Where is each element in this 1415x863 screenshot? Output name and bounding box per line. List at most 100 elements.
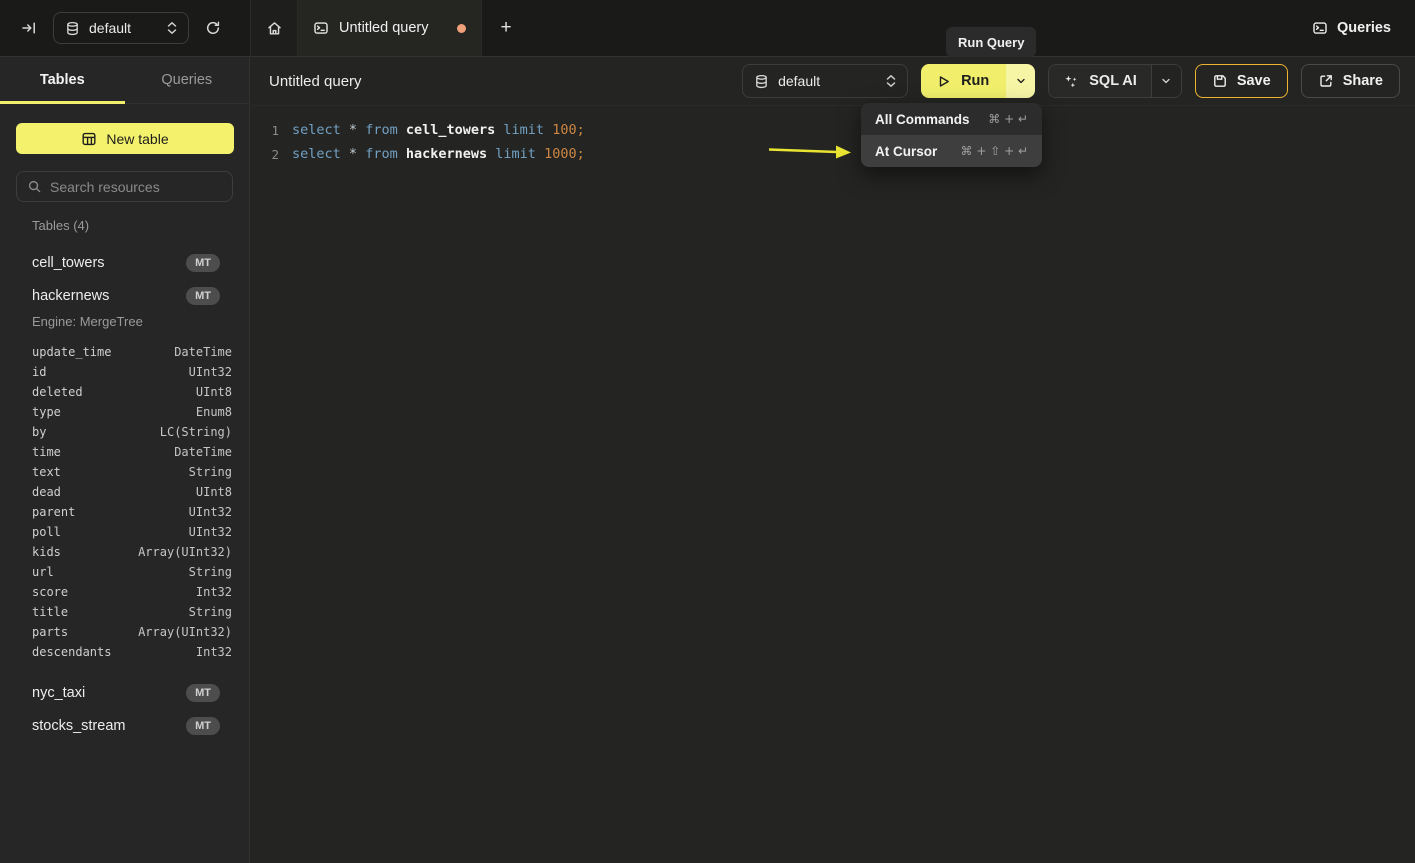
token-plain <box>398 146 406 162</box>
token-keyword: from <box>365 122 398 138</box>
token-plain <box>341 122 349 138</box>
column-type: DateTime <box>174 345 232 359</box>
column-type: String <box>189 565 232 579</box>
query-database-selector[interactable]: default <box>742 64 908 98</box>
engine-badge: MT <box>186 717 220 735</box>
token-number: 100 <box>552 122 576 138</box>
column-row-update_time: update_time DateTime <box>0 342 249 362</box>
tab-untitled-query[interactable]: Untitled query <box>298 0 482 56</box>
run-button[interactable]: Run <box>921 64 1006 98</box>
tab-label: Untitled query <box>339 20 428 36</box>
table-name: nyc_taxi <box>32 685 85 701</box>
run-button-label: Run <box>961 73 989 89</box>
sql-ai-label: SQL AI <box>1089 73 1137 89</box>
topbar-database-selector[interactable]: default <box>53 12 189 44</box>
column-name: parent <box>32 505 75 519</box>
sidebar-tab-tables[interactable]: Tables <box>0 57 125 103</box>
column-name: score <box>32 585 68 599</box>
column-type: UInt8 <box>196 385 232 399</box>
table-row-nyc_taxi[interactable]: nyc_taxiMT <box>0 677 249 709</box>
play-icon <box>936 74 951 89</box>
main-area: Untitled query default <box>251 57 1415 863</box>
token-keyword: limit <box>503 122 544 138</box>
table-row-stocks_stream[interactable]: stocks_streamMT <box>0 710 249 742</box>
column-name: update_time <box>32 345 111 359</box>
column-type: UInt8 <box>196 485 232 499</box>
menu-item-at-cursor[interactable]: At Cursor ⌘ + ⇧ + ↵ <box>861 135 1042 167</box>
column-row-score: scoreInt32 <box>0 582 249 602</box>
token-plain <box>536 146 544 162</box>
column-row-time: timeDateTime <box>0 442 249 462</box>
token-table: cell_towers <box>406 122 495 138</box>
code-text: select * from cell_towers limit 100; <box>292 122 585 138</box>
sql-ai-options-button[interactable] <box>1151 65 1181 97</box>
column-name: parts <box>32 625 68 639</box>
share-button[interactable]: Share <box>1301 64 1400 98</box>
column-type: UInt32 <box>189 365 232 379</box>
column-row-text: textString <box>0 462 249 482</box>
column-row-url: urlString <box>0 562 249 582</box>
column-type: Array(UInt32) <box>138 625 232 639</box>
column-name: by <box>32 425 46 439</box>
column-row-poll: pollUInt32 <box>0 522 249 542</box>
token-plain <box>544 122 552 138</box>
database-icon <box>754 74 769 89</box>
code-line-1[interactable]: 1select * from cell_towers limit 100; <box>251 118 1415 142</box>
engine-badge: MT <box>186 254 220 272</box>
token-number: ; <box>577 146 585 162</box>
table-grid-icon <box>81 131 97 147</box>
sidebar-tab-queries[interactable]: Queries <box>125 57 250 103</box>
code-line-2[interactable]: 2 select * from hackernews limit 1000; <box>251 142 1415 166</box>
column-row-title: titleString <box>0 602 249 622</box>
new-table-button[interactable]: New table <box>16 123 234 154</box>
table-row-cell_towers[interactable]: cell_towersMT <box>0 247 249 279</box>
resources-panel: Tables (4) cell_towersMThackernewsMTEngi… <box>0 218 249 742</box>
menu-item-shortcut: ⌘ + ⇧ + ↵ <box>961 144 1028 158</box>
collapse-sidebar-button[interactable] <box>14 13 44 43</box>
search-input[interactable] <box>50 179 231 195</box>
save-button[interactable]: Save <box>1195 64 1288 98</box>
token-keyword: from <box>365 146 398 162</box>
column-row-id: idUInt32 <box>0 362 249 382</box>
code-text: select * from hackernews limit 1000; <box>292 146 585 162</box>
console-icon <box>313 20 329 36</box>
menu-item-label: All Commands <box>875 112 970 127</box>
menu-item-all-commands[interactable]: All Commands⌘ + ↵ <box>861 103 1042 135</box>
refresh-button[interactable] <box>198 13 228 43</box>
menu-item-label: At Cursor <box>875 144 937 159</box>
column-type: Array(UInt32) <box>138 545 232 559</box>
columns-list: update_timeDateTimeidUInt32deletedUInt8t… <box>0 342 249 662</box>
queries-button[interactable]: Queries <box>1312 20 1391 36</box>
tooltip-label: Run Query <box>958 35 1024 50</box>
search-box[interactable] <box>16 171 233 202</box>
column-name: dead <box>32 485 61 499</box>
chevron-down-icon <box>1015 75 1027 87</box>
search-icon <box>27 179 42 194</box>
token-star: * <box>349 122 357 138</box>
token-keyword: select <box>292 122 341 138</box>
column-row-parts: parts Array(UInt32) <box>0 622 249 642</box>
sql-editor[interactable]: 1select * from cell_towers limit 100; 2 se… <box>251 106 1415 166</box>
new-tab-button[interactable]: + <box>482 0 530 56</box>
column-name: text <box>32 465 61 479</box>
token-star: * <box>349 146 357 162</box>
run-options-button[interactable] <box>1006 64 1035 98</box>
token-table: hackernews <box>406 146 487 162</box>
share-button-label: Share <box>1343 73 1383 89</box>
table-name: hackernews <box>32 288 109 304</box>
column-type: LC(String) <box>160 425 232 439</box>
home-tab[interactable] <box>250 0 298 56</box>
database-icon <box>65 21 80 36</box>
column-row-type: typeEnum8 <box>0 402 249 422</box>
sql-ai-button[interactable]: SQL AI <box>1049 65 1151 97</box>
line-number: 2 <box>251 147 279 162</box>
token-plain <box>398 122 406 138</box>
top-bar: default Untitle <box>0 0 1415 57</box>
database-selector-value: default <box>89 20 157 36</box>
tables-list: cell_towersMThackernewsMTEngine: MergeTr… <box>0 247 249 742</box>
column-name: time <box>32 445 61 459</box>
collapse-sidebar-icon <box>21 20 37 36</box>
column-type: UInt32 <box>189 505 232 519</box>
column-name: title <box>32 605 68 619</box>
table-row-hackernews[interactable]: hackernewsMT <box>0 280 249 312</box>
